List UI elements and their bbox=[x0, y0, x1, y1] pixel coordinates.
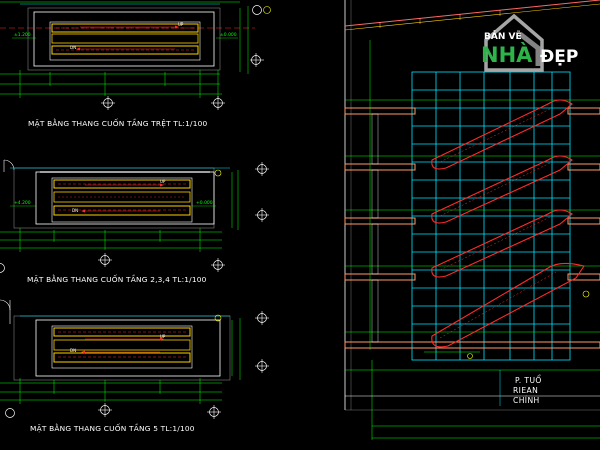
up-label: UP bbox=[160, 334, 166, 339]
plan-ground-floor: UP DN ±1.200 ±0.000 MẶT BẰNG THANG CUỐN … bbox=[0, 1, 271, 128]
svg-text:P. TUỔ: P. TUỔ bbox=[515, 375, 542, 385]
level-left: ±1.200 bbox=[14, 32, 31, 38]
svg-text:BẢN VẼ: BẢN VẼ bbox=[484, 30, 522, 42]
cad-drawing-sheet: UP DN ±1.200 ±0.000 MẶT BẰNG THANG CUỐN … bbox=[0, 0, 600, 450]
level-right: +0.000 bbox=[196, 200, 213, 206]
plan-title: MẶT BẰNG THANG CUỐN TẦNG 5 TL:1/100 bbox=[30, 423, 195, 433]
escalator-trusses bbox=[431, 99, 585, 348]
level-left: +4.200 bbox=[14, 200, 31, 206]
cad-canvas: UP DN ±1.200 ±0.000 MẶT BẰNG THANG CUỐN … bbox=[0, 0, 600, 440]
down-label: DN bbox=[72, 208, 78, 213]
plan-title: MẶT BẰNG THANG CUỐN TẦNG 2,3,4 TL:1/100 bbox=[27, 274, 207, 284]
watermark-logo: BẢN VẼ NHÀ ĐẸP bbox=[481, 13, 578, 72]
svg-text:ĐẸP: ĐẸP bbox=[540, 47, 578, 67]
plan-floor-5: UP DN MẶT BẰNG THANG CUỐN TẦNG 5 TL:1/10… bbox=[0, 299, 269, 433]
svg-text:NHÀ: NHÀ bbox=[481, 42, 533, 67]
section-label: P. TUỔ RIEAN CHÍNH bbox=[513, 375, 542, 405]
svg-text:CHÍNH: CHÍNH bbox=[513, 396, 540, 405]
up-label: UP bbox=[160, 179, 166, 184]
up-label: UP bbox=[178, 22, 184, 27]
level-right: ±0.000 bbox=[220, 32, 237, 38]
down-label: DN bbox=[70, 45, 76, 50]
svg-text:RIEAN: RIEAN bbox=[513, 386, 538, 395]
down-label: DN bbox=[70, 348, 76, 353]
plan-floors-2-3-4: UP DN +4.200 +0.000 MẶT BẰNG THANG CUỐN … bbox=[0, 159, 269, 284]
plan-title: MẶT BẰNG THANG CUỐN TẦNG TRỆT TL:1/100 bbox=[28, 118, 208, 128]
